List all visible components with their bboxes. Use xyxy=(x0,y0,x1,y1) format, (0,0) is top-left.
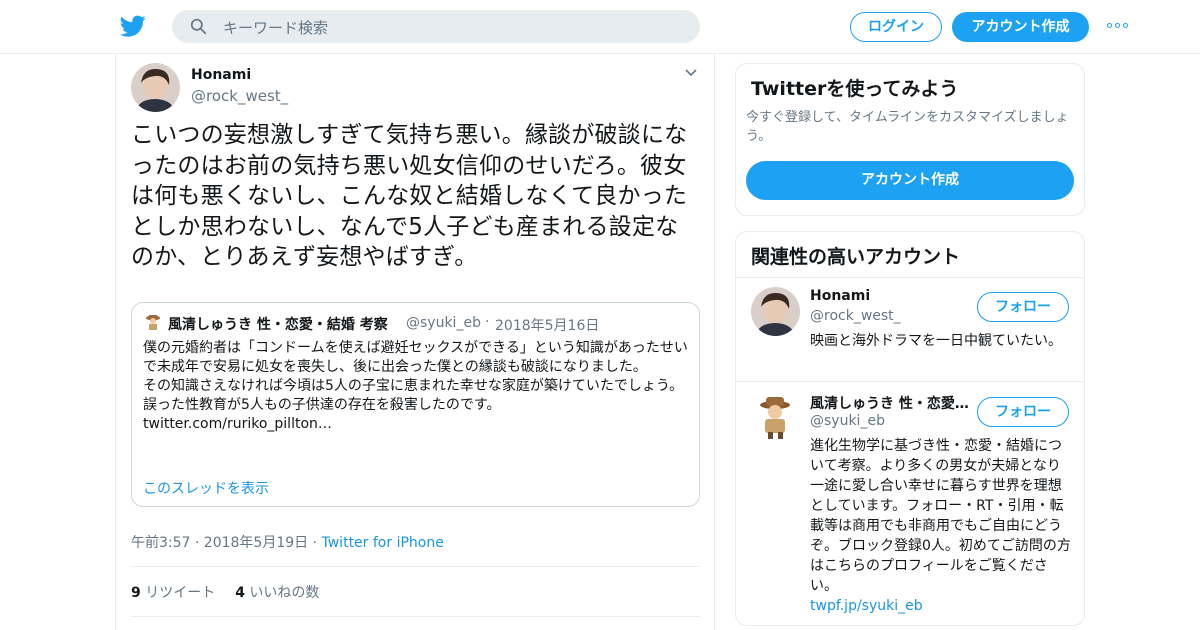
signup-card-button[interactable]: アカウント作成 xyxy=(746,161,1074,200)
related-accounts-title: 関連性の高いアカウント xyxy=(751,246,961,268)
account-name[interactable]: Honami xyxy=(810,288,970,304)
account-name[interactable]: 風清しゅうき 性・恋愛・結婚 考察 xyxy=(810,393,970,413)
tweet-permalink: Honami @rock_west_ こいつの妄想激しすぎて気持ち悪い。縁談が破… xyxy=(115,54,715,630)
divider xyxy=(131,566,700,567)
account-bio-link[interactable]: twpf.jp/syuki_eb xyxy=(810,596,1072,616)
quoted-body: 僕の元婚約者は「コンドームを使えば避妊セックスができる」という知識があったせいで… xyxy=(143,340,688,413)
signup-button[interactable]: アカウント作成 xyxy=(952,12,1089,42)
like-count: 4 xyxy=(235,585,245,601)
tweet-timestamp[interactable]: 午前3:57 · 2018年5月19日 xyxy=(131,535,308,551)
signup-card-subtitle: 今すぐ登録して、タイムラインをカスタマイズしましょう。 xyxy=(746,110,1069,144)
quoted-link[interactable]: twitter.com/ruriko_pillton… xyxy=(143,415,688,434)
quoted-text: 僕の元婚約者は「コンドームを使えば避妊セックスができる」という知識があったせいで… xyxy=(143,339,688,434)
account-handle[interactable]: @rock_west_ xyxy=(810,308,901,324)
signup-card-title: Twitterを使ってみよう xyxy=(751,78,959,100)
divider xyxy=(736,381,1084,382)
top-nav: キーワード検索 ログイン アカウント作成 xyxy=(0,0,1200,54)
show-thread-link[interactable]: このスレッドを表示 xyxy=(143,478,269,498)
author-name[interactable]: Honami xyxy=(191,67,251,83)
quoted-separator: · xyxy=(485,314,490,330)
signup-card: Twitterを使ってみよう 今すぐ登録して、タイムラインをカスタマイズしましょ… xyxy=(735,63,1085,216)
account-handle[interactable]: @syuki_eb xyxy=(810,413,885,429)
tweet-text: こいつの妄想激しすぎて気持ち悪い。縁談が破談になったのはお前の気持ち悪い処女信仰… xyxy=(131,122,688,270)
search-bar[interactable]: キーワード検索 xyxy=(172,10,700,43)
account-bio-text: 進化生物学に基づき性・恋愛・結婚について考察。より多くの男女が夫婦となり一途に愛… xyxy=(810,438,1071,594)
tweet-meta: 午前3:57 · 2018年5月19日 · Twitter for iPhone xyxy=(131,532,444,552)
search-input[interactable]: キーワード検索 xyxy=(223,17,328,38)
retweet-label: リツイート xyxy=(145,585,216,601)
quoted-date: 2018年5月16日 xyxy=(495,318,600,334)
quoted-avatar xyxy=(143,313,163,333)
follow-button[interactable]: フォロー xyxy=(977,292,1069,322)
quoted-author-name: 風清しゅうき 性・恋愛・結婚 考察 xyxy=(168,317,388,333)
divider xyxy=(736,277,1084,278)
quoted-author-handle: @syuki_eb xyxy=(406,315,481,331)
account-bio: 進化生物学に基づき性・恋愛・結婚について考察。より多くの男女が夫婦となり一途に愛… xyxy=(810,436,1072,616)
avatar[interactable] xyxy=(131,63,180,112)
like-label: いいねの数 xyxy=(249,585,320,601)
retweet-stat[interactable]: 9 リツイート xyxy=(131,585,215,601)
divider xyxy=(131,616,700,617)
tweet-stats: 9 リツイート 4 いいねの数 xyxy=(131,582,319,602)
quoted-tweet[interactable]: 風清しゅうき 性・恋愛・結婚 考察 @syuki_eb · 2018年5月16日… xyxy=(131,302,700,507)
search-icon xyxy=(190,18,207,35)
meta-separator: · xyxy=(312,535,318,551)
login-button[interactable]: ログイン xyxy=(850,12,942,42)
related-accounts-card: 関連性の高いアカウント Honami @rock_west_ フォロー 映画と海… xyxy=(735,231,1085,626)
avatar[interactable] xyxy=(751,392,800,441)
tweet-source[interactable]: Twitter for iPhone xyxy=(322,535,444,551)
more-icon[interactable] xyxy=(1107,18,1131,34)
author-handle[interactable]: @rock_west_ xyxy=(191,87,288,105)
retweet-count: 9 xyxy=(131,585,141,601)
account-bio: 映画と海外ドラマを一日中観ていたい。 xyxy=(810,333,1062,349)
avatar[interactable] xyxy=(751,287,800,336)
twitter-bird-icon[interactable] xyxy=(120,13,146,39)
chevron-down-icon[interactable] xyxy=(684,68,698,78)
like-stat[interactable]: 4 いいねの数 xyxy=(235,585,319,601)
follow-button[interactable]: フォロー xyxy=(977,397,1069,427)
